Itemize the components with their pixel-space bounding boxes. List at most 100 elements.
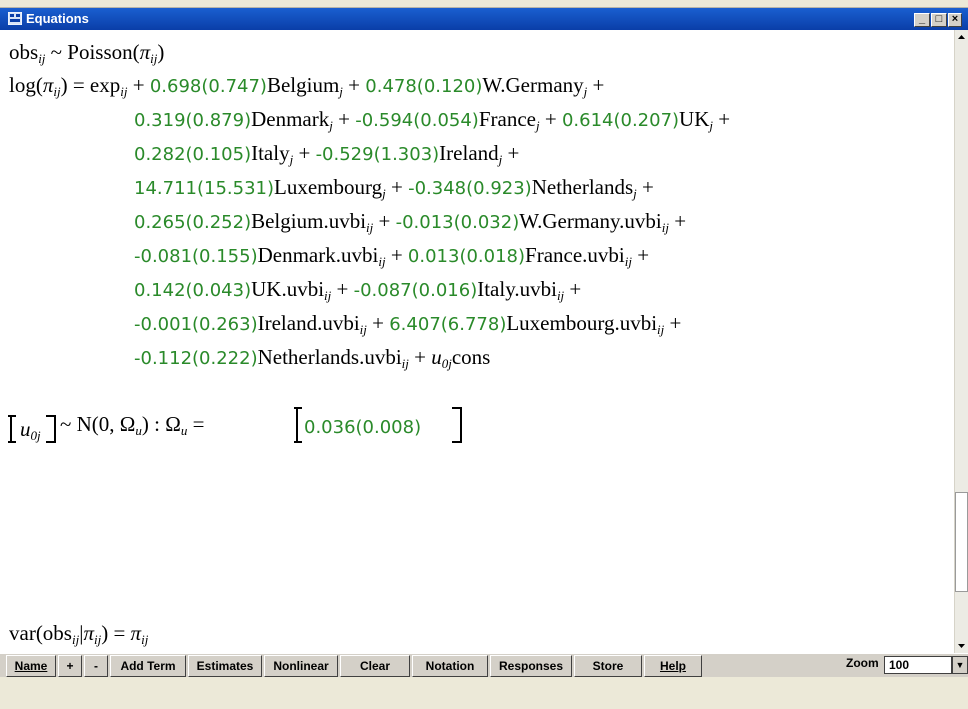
plus: + <box>373 209 396 233</box>
pi-symbol: π <box>83 621 94 645</box>
coef-netherlands-uvbi[interactable]: -0.112(0.222) <box>134 348 258 369</box>
store-button[interactable]: Store <box>574 655 642 677</box>
random-effect-vector[interactable]: u0j <box>20 417 41 442</box>
random-distribution: ~ N(0, Ωu) : Ωu = <box>60 412 204 437</box>
plus: + <box>408 345 432 369</box>
help-label: Help <box>659 659 686 673</box>
normal-dist-text: ~ N(0, Ω <box>60 412 136 436</box>
linear-predictor-line-1[interactable]: log(πij) = expij + 0.698(0.747)Belgiumj … <box>9 73 604 98</box>
notation-button[interactable]: Notation <box>412 655 488 677</box>
distribution-label: ~ Poisson( <box>45 40 140 64</box>
linear-predictor-line-7[interactable]: 0.142(0.043)UK.uvbiij + -0.087(0.016)Ita… <box>134 277 581 302</box>
add-term-button[interactable]: Add Term <box>110 655 186 677</box>
zoom-select[interactable]: 100 <box>884 656 952 674</box>
paren: ) <box>157 40 165 64</box>
coef-ireland[interactable]: -0.529(1.303) <box>316 144 440 165</box>
help-button[interactable]: Help <box>644 655 702 677</box>
plus: + <box>636 175 654 199</box>
random-effect-u[interactable]: u <box>431 345 442 369</box>
term-ireland: Ireland <box>439 141 499 165</box>
exp-text: ) = exp <box>60 73 121 97</box>
coef-ireland-uvbi[interactable]: -0.001(0.263) <box>134 314 258 335</box>
equations-window-icon <box>8 12 22 25</box>
term-uk-uvbi: UK.uvbi <box>251 277 325 301</box>
scroll-down-arrow-icon[interactable] <box>955 638 968 653</box>
coef-france[interactable]: -0.594(0.054) <box>355 110 479 131</box>
coef-belgium[interactable]: 0.698(0.747) <box>150 76 267 97</box>
estimates-button[interactable]: Estimates <box>188 655 262 677</box>
top-strip <box>0 0 968 8</box>
plus-button[interactable]: + <box>58 655 82 677</box>
minus-button[interactable]: - <box>84 655 108 677</box>
coef-wgermany-uvbi[interactable]: -0.013(0.032) <box>396 212 520 233</box>
omega-text: ) : Ω <box>141 412 181 436</box>
term-denmark-uvbi: Denmark.uvbi <box>257 243 379 267</box>
coef-uk[interactable]: 0.614(0.207) <box>562 110 679 131</box>
term-uk: UK <box>679 107 710 131</box>
scroll-up-arrow-icon[interactable] <box>955 30 968 45</box>
name-label: Name <box>14 659 48 673</box>
responses-button[interactable]: Responses <box>490 655 572 677</box>
coef-denmark[interactable]: 0.319(0.879) <box>134 110 251 131</box>
coef-wgermany[interactable]: 0.478(0.120) <box>365 76 482 97</box>
coef-denmark-uvbi[interactable]: -0.081(0.155) <box>134 246 258 267</box>
plus: + <box>366 311 390 335</box>
term-italy: Italy <box>251 141 290 165</box>
coef-france-uvbi[interactable]: 0.013(0.018) <box>408 246 525 267</box>
subscript: ij <box>401 356 409 371</box>
equations-toolbar: Name + - Add Term Estimates Nonlinear Cl… <box>0 653 968 677</box>
plus: + <box>342 73 366 97</box>
clear-button[interactable]: Clear <box>340 655 410 677</box>
pi-symbol: π <box>42 73 54 97</box>
linear-predictor-line-6[interactable]: -0.081(0.155)Denmark.uvbi ij + 0.013(0.01… <box>134 243 649 268</box>
subscript: ij <box>141 632 149 647</box>
equations-canvas[interactable]: obsij ~ Poisson(πij) log(πij) = expij + … <box>0 30 954 653</box>
linear-predictor-line-9[interactable]: -0.112(0.222)Netherlands.uvbiij + u0jcon… <box>134 345 490 370</box>
subscript: ij <box>624 254 632 269</box>
plus: + <box>632 243 650 267</box>
coef-netherlands[interactable]: -0.348(0.923) <box>408 178 532 199</box>
coef-italy-uvbi[interactable]: -0.087(0.016) <box>354 280 478 301</box>
term-france-uvbi: France.uvbi <box>525 243 625 267</box>
term-wgermany: W.Germany <box>482 73 584 97</box>
coef-uk-uvbi[interactable]: 0.142(0.043) <box>134 280 251 301</box>
variance-estimate[interactable]: 0.036(0.008) <box>304 417 421 438</box>
term-cons: cons <box>451 345 491 369</box>
response-equation[interactable]: obsij ~ Poisson(πij) <box>9 40 164 65</box>
plus: + <box>664 311 682 335</box>
title-bar[interactable]: Equations _ □ × <box>0 8 968 30</box>
linear-predictor-line-8[interactable]: -0.001(0.263)Ireland.uvbiij + 6.407(6.77… <box>134 311 681 336</box>
name-button[interactable]: Name <box>6 655 56 677</box>
term-france: France <box>478 107 536 131</box>
plus: + <box>332 107 356 131</box>
scroll-thumb[interactable] <box>955 492 968 592</box>
vertical-scrollbar[interactable] <box>954 30 968 653</box>
term-belgium-uvbi: Belgium.uvbi <box>251 209 367 233</box>
nonlinear-button[interactable]: Nonlinear <box>264 655 338 677</box>
response-name: obs <box>9 40 39 64</box>
variance-function[interactable]: var(obsij|πij) = πij <box>9 621 148 646</box>
term-denmark: Denmark <box>251 107 330 131</box>
subscript: ij <box>661 220 669 235</box>
term-italy-uvbi: Italy.uvbi <box>477 277 557 301</box>
subscript: 0j <box>441 356 452 371</box>
covariance-value[interactable]: 0.036(0.008) <box>304 414 421 439</box>
coef-italy[interactable]: 0.282(0.105) <box>134 144 251 165</box>
minimize-button[interactable]: _ <box>914 13 930 27</box>
close-button[interactable]: × <box>948 13 962 27</box>
subscript: 0j <box>30 428 41 443</box>
chevron-down-icon[interactable]: ▼ <box>952 656 968 674</box>
pi-symbol: π <box>139 40 151 64</box>
coef-luxembourg-uvbi[interactable]: 6.407(6.778) <box>389 314 506 335</box>
bottom-strip <box>0 677 968 709</box>
term-luxembourg: Luxembourg <box>274 175 383 199</box>
linear-predictor-line-5[interactable]: 0.265(0.252)Belgium.uvbi ij + -0.013(0.03… <box>134 209 686 234</box>
coef-luxembourg[interactable]: 14.711(15.531) <box>134 178 274 199</box>
coef-belgium-uvbi[interactable]: 0.265(0.252) <box>134 212 251 233</box>
linear-predictor-line-3[interactable]: 0.282(0.105)Italyj + -0.529(1.303)Irelan… <box>134 141 519 166</box>
window-title: Equations <box>26 11 89 26</box>
maximize-button[interactable]: □ <box>931 13 947 27</box>
linear-predictor-line-4[interactable]: 14.711(15.531)Luxembourgj + -0.348(0.923… <box>134 175 654 200</box>
zoom-label: Zoom <box>846 656 879 670</box>
linear-predictor-line-2[interactable]: 0.319(0.879)Denmarkj + -0.594(0.054)Fran… <box>134 107 730 132</box>
